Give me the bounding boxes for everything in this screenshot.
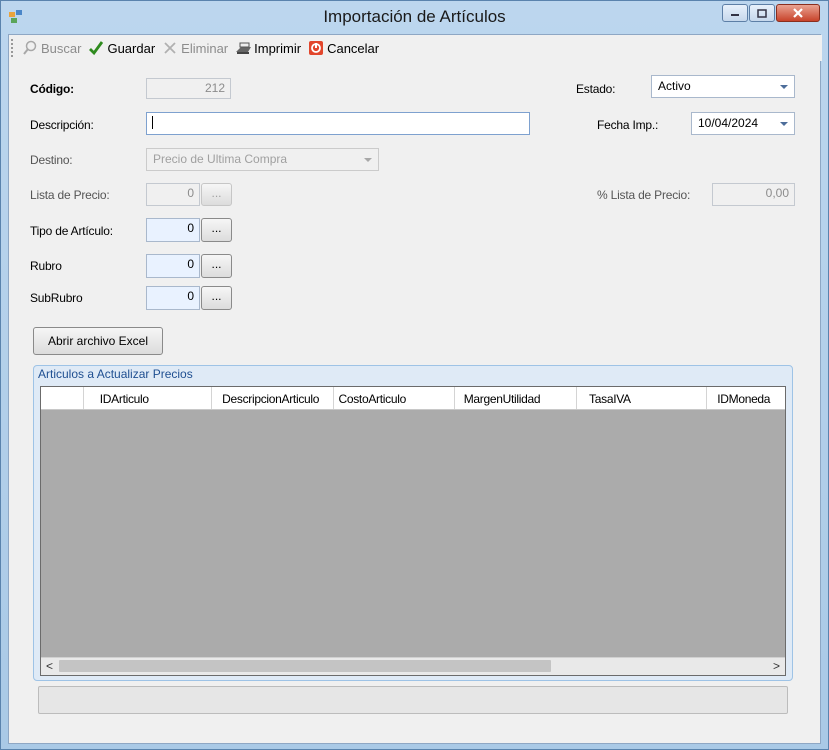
close-button[interactable]: [776, 4, 820, 22]
scrollbar-thumb[interactable]: [59, 660, 551, 672]
estado-select[interactable]: Activo: [651, 75, 795, 98]
subrubro-label: SubRubro: [30, 291, 83, 305]
destino-select[interactable]: Precio de Ultima Compra: [146, 148, 379, 171]
descripcion-label: Descripción:: [30, 118, 94, 132]
lista-precio-browse-button[interactable]: ...: [201, 183, 232, 206]
subrubro-browse-button[interactable]: ...: [201, 286, 232, 310]
subrubro-field[interactable]: 0: [146, 286, 200, 310]
toolbar-grip[interactable]: [11, 39, 16, 57]
articulos-grid[interactable]: IDArticulo DescripcionArticulo CostoArti…: [40, 386, 786, 676]
column-header-margen[interactable]: MargenUtilidad: [455, 387, 578, 409]
scroll-left-icon[interactable]: <: [41, 658, 58, 675]
horizontal-scrollbar[interactable]: < >: [41, 657, 785, 675]
buscar-label: Buscar: [41, 40, 82, 56]
fecha-label: Fecha Imp.:: [597, 118, 659, 132]
fecha-value: 10/04/2024: [698, 116, 759, 130]
destino-label: Destino:: [30, 153, 73, 167]
descripcion-field[interactable]: [146, 112, 530, 135]
form-client-area: Buscar Guardar Eliminar Imprimir Cancela…: [8, 34, 822, 744]
title-bar: Importación de Artículos: [1, 1, 828, 35]
rubro-browse-button[interactable]: ...: [201, 254, 232, 278]
column-header-idarticulo[interactable]: IDArticulo: [84, 387, 213, 409]
lista-precio-field[interactable]: 0: [146, 183, 200, 206]
check-icon: [88, 40, 104, 56]
lista-precio-label: Lista de Precio:: [30, 188, 110, 202]
articulos-groupbox: Articulos a Actualizar Precios IDArticul…: [33, 365, 793, 681]
groupbox-title: Articulos a Actualizar Precios: [38, 367, 193, 381]
column-header-tasaiva[interactable]: TasaIVA: [577, 387, 708, 409]
column-header-costo[interactable]: CostoArticulo: [334, 387, 455, 409]
tipo-articulo-field[interactable]: 0: [146, 218, 200, 242]
buscar-button[interactable]: Buscar: [22, 40, 81, 56]
minimize-button[interactable]: [722, 4, 748, 22]
guardar-button[interactable]: Guardar: [88, 40, 155, 56]
print-icon: [235, 40, 252, 56]
minimize-icon: [731, 14, 739, 16]
eliminar-button[interactable]: Eliminar: [162, 40, 228, 56]
cancel-icon: [308, 40, 324, 56]
fecha-picker[interactable]: 10/04/2024: [691, 112, 795, 135]
cancelar-label: Cancelar: [327, 40, 380, 56]
codigo-field[interactable]: 212: [146, 78, 231, 99]
rubro-field[interactable]: 0: [146, 254, 200, 278]
window-title: Importación de Artículos: [323, 7, 506, 26]
estado-label: Estado:: [576, 82, 616, 96]
destino-value: Precio de Ultima Compra: [153, 152, 288, 166]
guardar-label: Guardar: [107, 40, 156, 56]
maximize-icon: [757, 8, 767, 18]
row-header-column[interactable]: [41, 387, 84, 409]
close-icon: [793, 8, 803, 18]
codigo-label: Código:: [30, 82, 74, 96]
eliminar-label: Eliminar: [181, 40, 229, 56]
grid-header: IDArticulo DescripcionArticulo CostoArti…: [41, 387, 785, 410]
maximize-button[interactable]: [749, 4, 775, 22]
progress-bar: [38, 686, 788, 714]
column-header-descripcion[interactable]: DescripcionArticulo: [212, 387, 335, 409]
pct-lista-precio-field[interactable]: 0,00: [712, 183, 795, 206]
cancelar-button[interactable]: Cancelar: [308, 40, 379, 56]
search-icon: [22, 40, 38, 56]
main-window: Importación de Artículos Buscar Guardar …: [0, 0, 829, 750]
delete-icon: [162, 40, 178, 56]
chevron-down-icon: [364, 158, 372, 162]
estado-value: Activo: [658, 79, 691, 93]
tipo-articulo-browse-button[interactable]: ...: [201, 218, 232, 242]
imprimir-label: Imprimir: [254, 40, 302, 56]
chevron-down-icon: [780, 122, 788, 126]
chevron-down-icon: [780, 85, 788, 89]
text-cursor: [152, 116, 153, 130]
toolbar: Buscar Guardar Eliminar Imprimir Cancela…: [9, 35, 822, 61]
column-header-idmoneda[interactable]: IDMoneda: [707, 387, 785, 409]
pct-lista-precio-label: % Lista de Precio:: [597, 188, 691, 202]
rubro-label: Rubro: [30, 259, 62, 273]
abrir-excel-button[interactable]: Abrir archivo Excel: [33, 327, 163, 355]
tipo-articulo-label: Tipo de Artículo:: [30, 224, 113, 238]
scroll-right-icon[interactable]: >: [768, 658, 785, 675]
imprimir-button[interactable]: Imprimir: [235, 40, 301, 56]
